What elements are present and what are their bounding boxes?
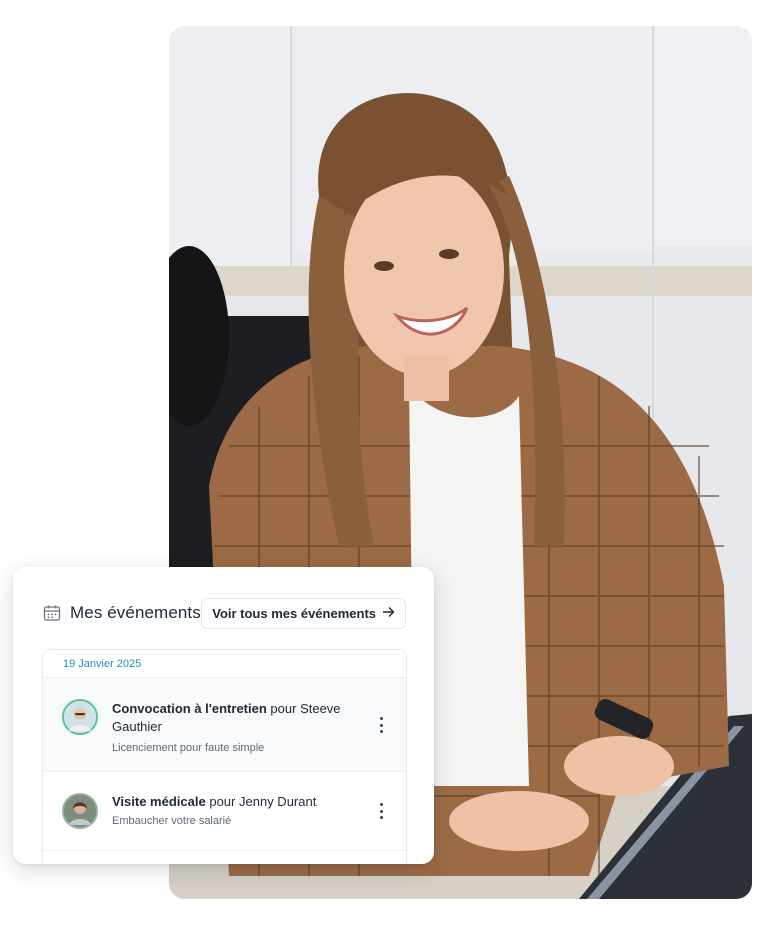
event-person: Jenny Durant (239, 794, 317, 809)
arrow-right-icon (382, 606, 395, 621)
more-vertical-icon[interactable] (378, 717, 384, 733)
events-card: Mes événements Voir tous mes événements … (13, 567, 434, 864)
date-group-header: 19 Janvier 2025 (43, 650, 406, 678)
event-text: Convocation à l'entretien pour Steeve Ga… (112, 700, 362, 754)
event-type: Visite médicale (112, 794, 206, 809)
more-vertical-icon[interactable] (378, 803, 384, 819)
event-connector: pour (270, 701, 297, 716)
avatar (62, 699, 98, 735)
list-item[interactable]: Convocation à l'entretien pour Steeve Ga… (43, 678, 406, 772)
see-all-events-label: Voir tous mes événements (212, 605, 376, 621)
event-text: Visite médicale pour Jenny Durant Embauc… (112, 793, 362, 827)
event-type: Convocation à l'entretien (112, 701, 267, 716)
event-connector: pour (209, 794, 236, 809)
event-heading: Visite médicale pour Jenny Durant (112, 793, 362, 811)
events-title-group: Mes événements (43, 603, 201, 623)
event-subtitle: Embaucher votre salarié (112, 815, 232, 827)
list-item[interactable]: Visite médicale pour Jenny Durant Embauc… (43, 772, 406, 851)
event-subtitle: Licenciement pour faute simple (112, 742, 265, 754)
events-card-header: Mes événements Voir tous mes événements (43, 597, 406, 629)
see-all-events-button[interactable]: Voir tous mes événements (201, 597, 406, 629)
page-title: Mes événements (70, 603, 201, 622)
events-list: 19 Janvier 2025 Convocation à l'entretie… (42, 649, 407, 864)
avatar (62, 793, 98, 829)
calendar-icon (43, 604, 61, 622)
event-heading: Convocation à l'entretien pour Steeve Ga… (112, 700, 362, 736)
